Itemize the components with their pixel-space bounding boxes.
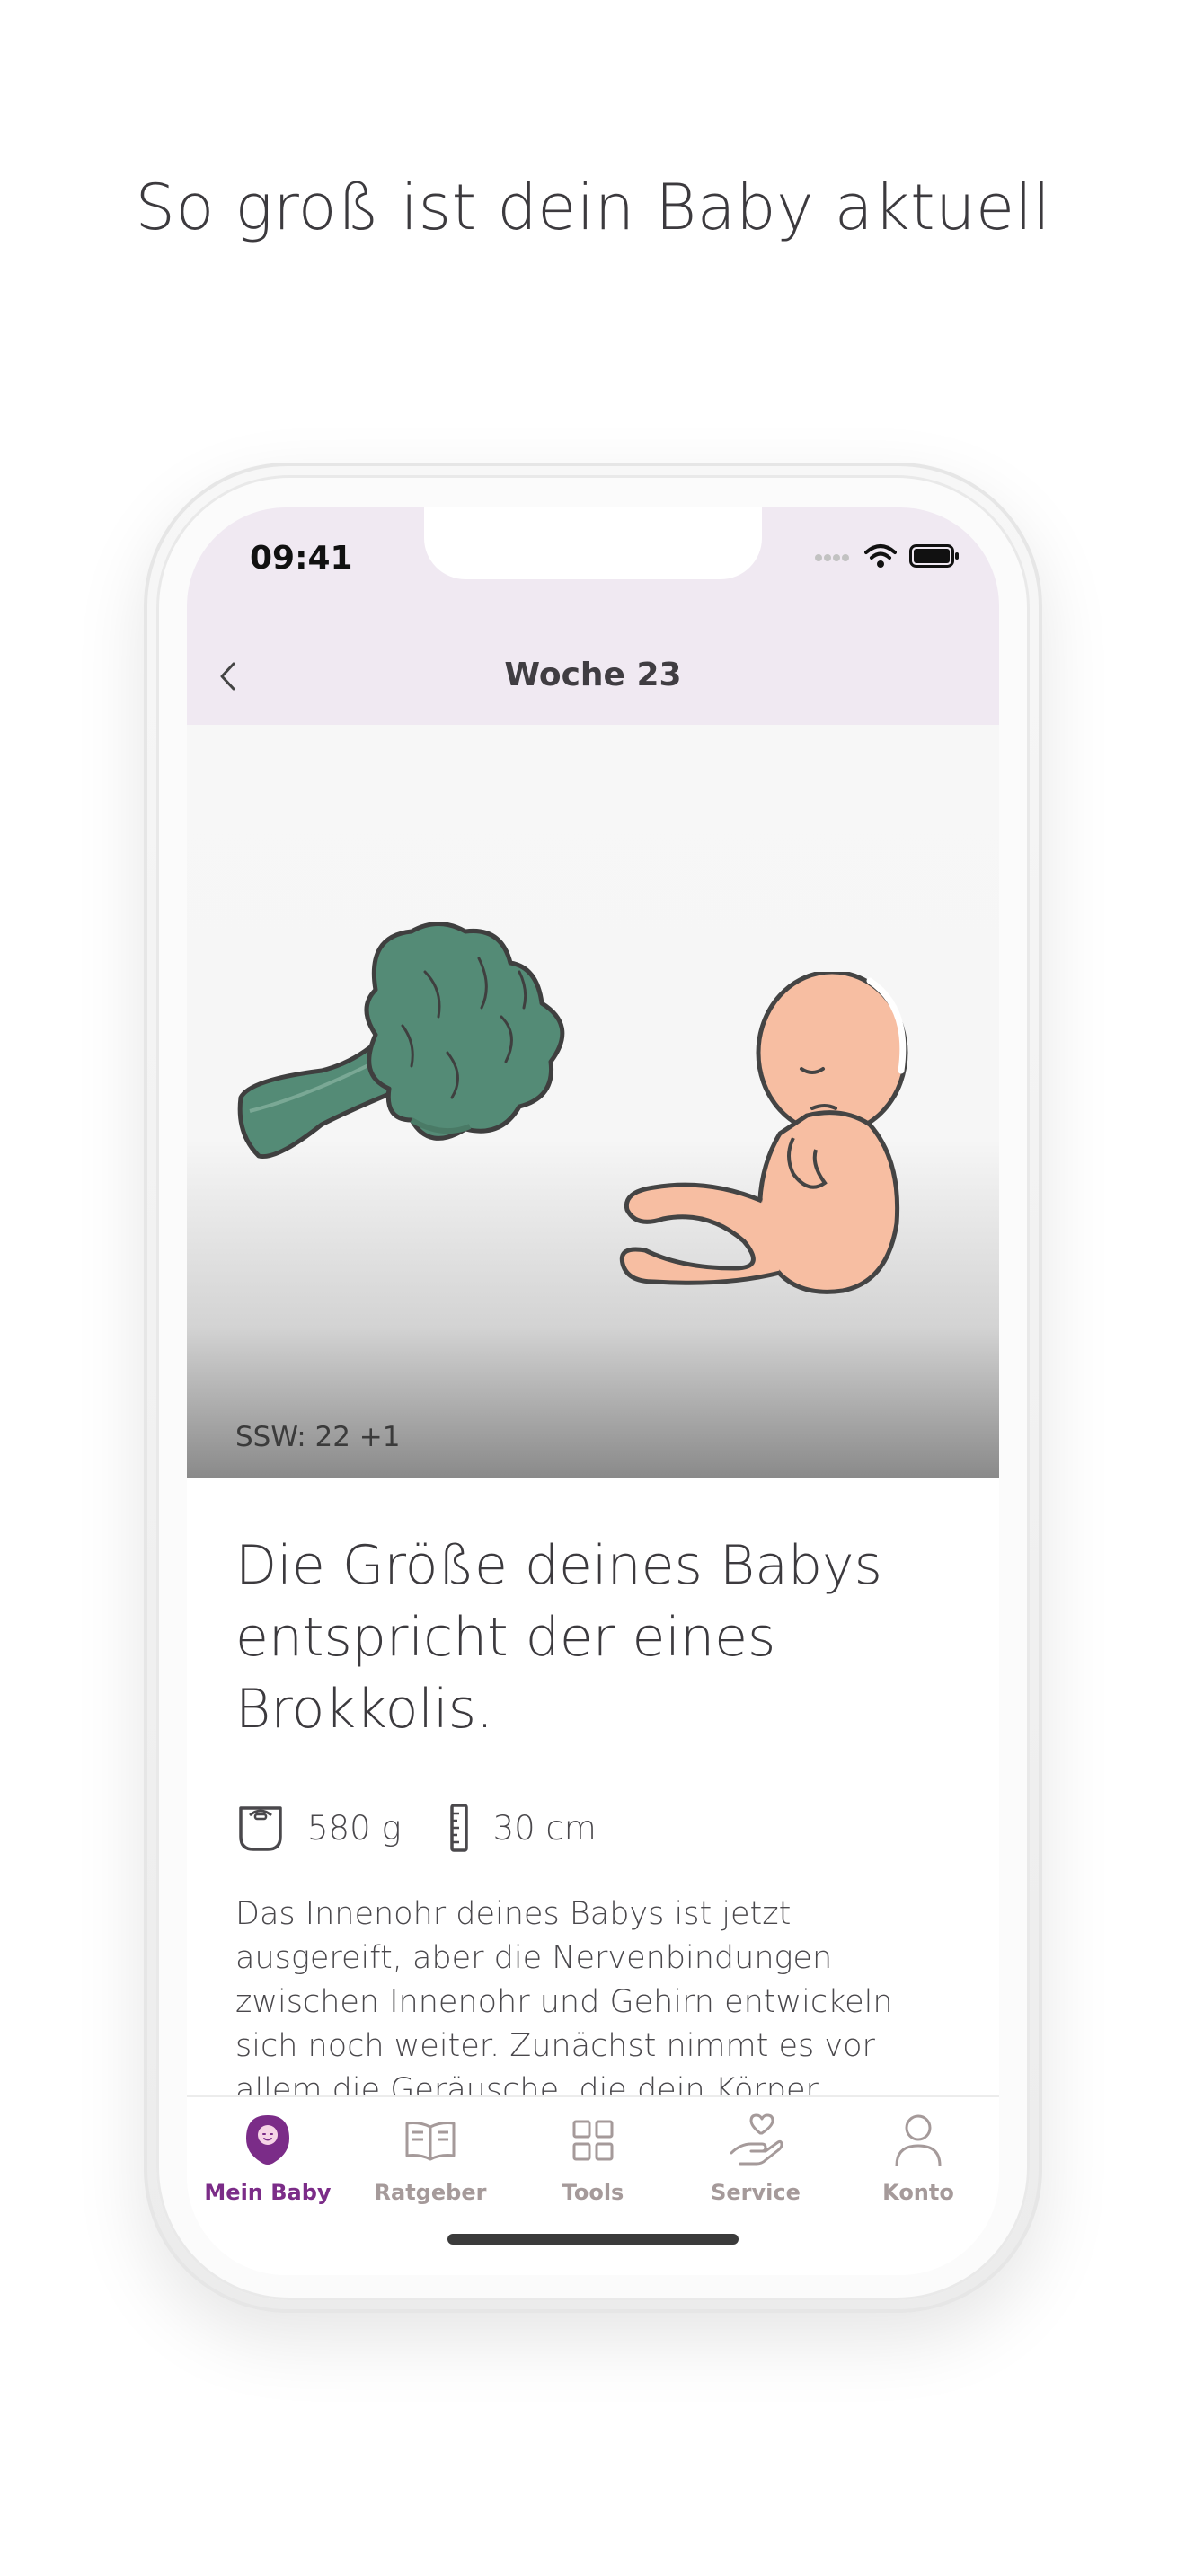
size-comparison-title: Die Größe deines Babys entspricht der ei…: [235, 1534, 882, 1741]
metrics-row: 580 g 30 cm: [235, 1801, 954, 1855]
ssw-label: SSW: 22 +1: [235, 1421, 401, 1453]
tab-label: Tools: [562, 2180, 624, 2205]
content-section: Die Größe deines Babys entspricht der ei…: [235, 1478, 954, 2201]
weight-value: 580 g: [307, 1808, 402, 1848]
tab-label: Mein Baby: [204, 2180, 332, 2205]
navigation-bar: Woche 23: [187, 624, 999, 725]
grid-icon: [572, 2120, 614, 2161]
tab-label: Konto: [882, 2180, 954, 2205]
hero-illustration: SSW: 22 +1: [187, 725, 999, 1478]
phone-screen: 09:41 Woche 23 SSW: 22 +1 Die Größe dein…: [187, 507, 999, 2275]
battery-icon: [909, 543, 960, 572]
weight-metric: 580 g: [235, 1803, 402, 1853]
ruler-icon: [449, 1804, 468, 1852]
status-icons: [814, 543, 960, 572]
tab-ratgeber[interactable]: Ratgeber: [350, 2108, 511, 2216]
tab-tools[interactable]: Tools: [512, 2108, 674, 2216]
heart-hand-icon: [730, 2113, 783, 2166]
tab-mein-baby[interactable]: Mein Baby: [187, 2108, 349, 2216]
notch: [424, 507, 762, 579]
wifi-icon: [864, 543, 897, 572]
scale-icon: [239, 1806, 282, 1851]
tab-bar: Mein Baby Ratgeber Tools Service Konto: [187, 2095, 999, 2275]
tab-label: Ratgeber: [374, 2180, 487, 2205]
length-metric: 30 cm: [447, 1803, 597, 1853]
home-indicator[interactable]: [447, 2234, 739, 2245]
baby-icon: [246, 2115, 289, 2165]
broccoli-illustration: [237, 922, 565, 1160]
length-value: 30 cm: [492, 1808, 597, 1848]
fetus-illustration: [619, 972, 908, 1294]
status-time: 09:41: [250, 540, 353, 577]
book-icon: [405, 2122, 456, 2161]
tab-label: Service: [711, 2180, 801, 2205]
tab-service[interactable]: Service: [675, 2108, 836, 2216]
page-title: Woche 23: [504, 657, 682, 693]
person-icon: [895, 2114, 942, 2166]
tab-konto[interactable]: Konto: [837, 2108, 999, 2216]
status-bar: 09:41: [187, 507, 999, 624]
page-headline: So groß ist dein Baby aktuell: [135, 171, 1051, 244]
signal-icon: [814, 550, 852, 567]
